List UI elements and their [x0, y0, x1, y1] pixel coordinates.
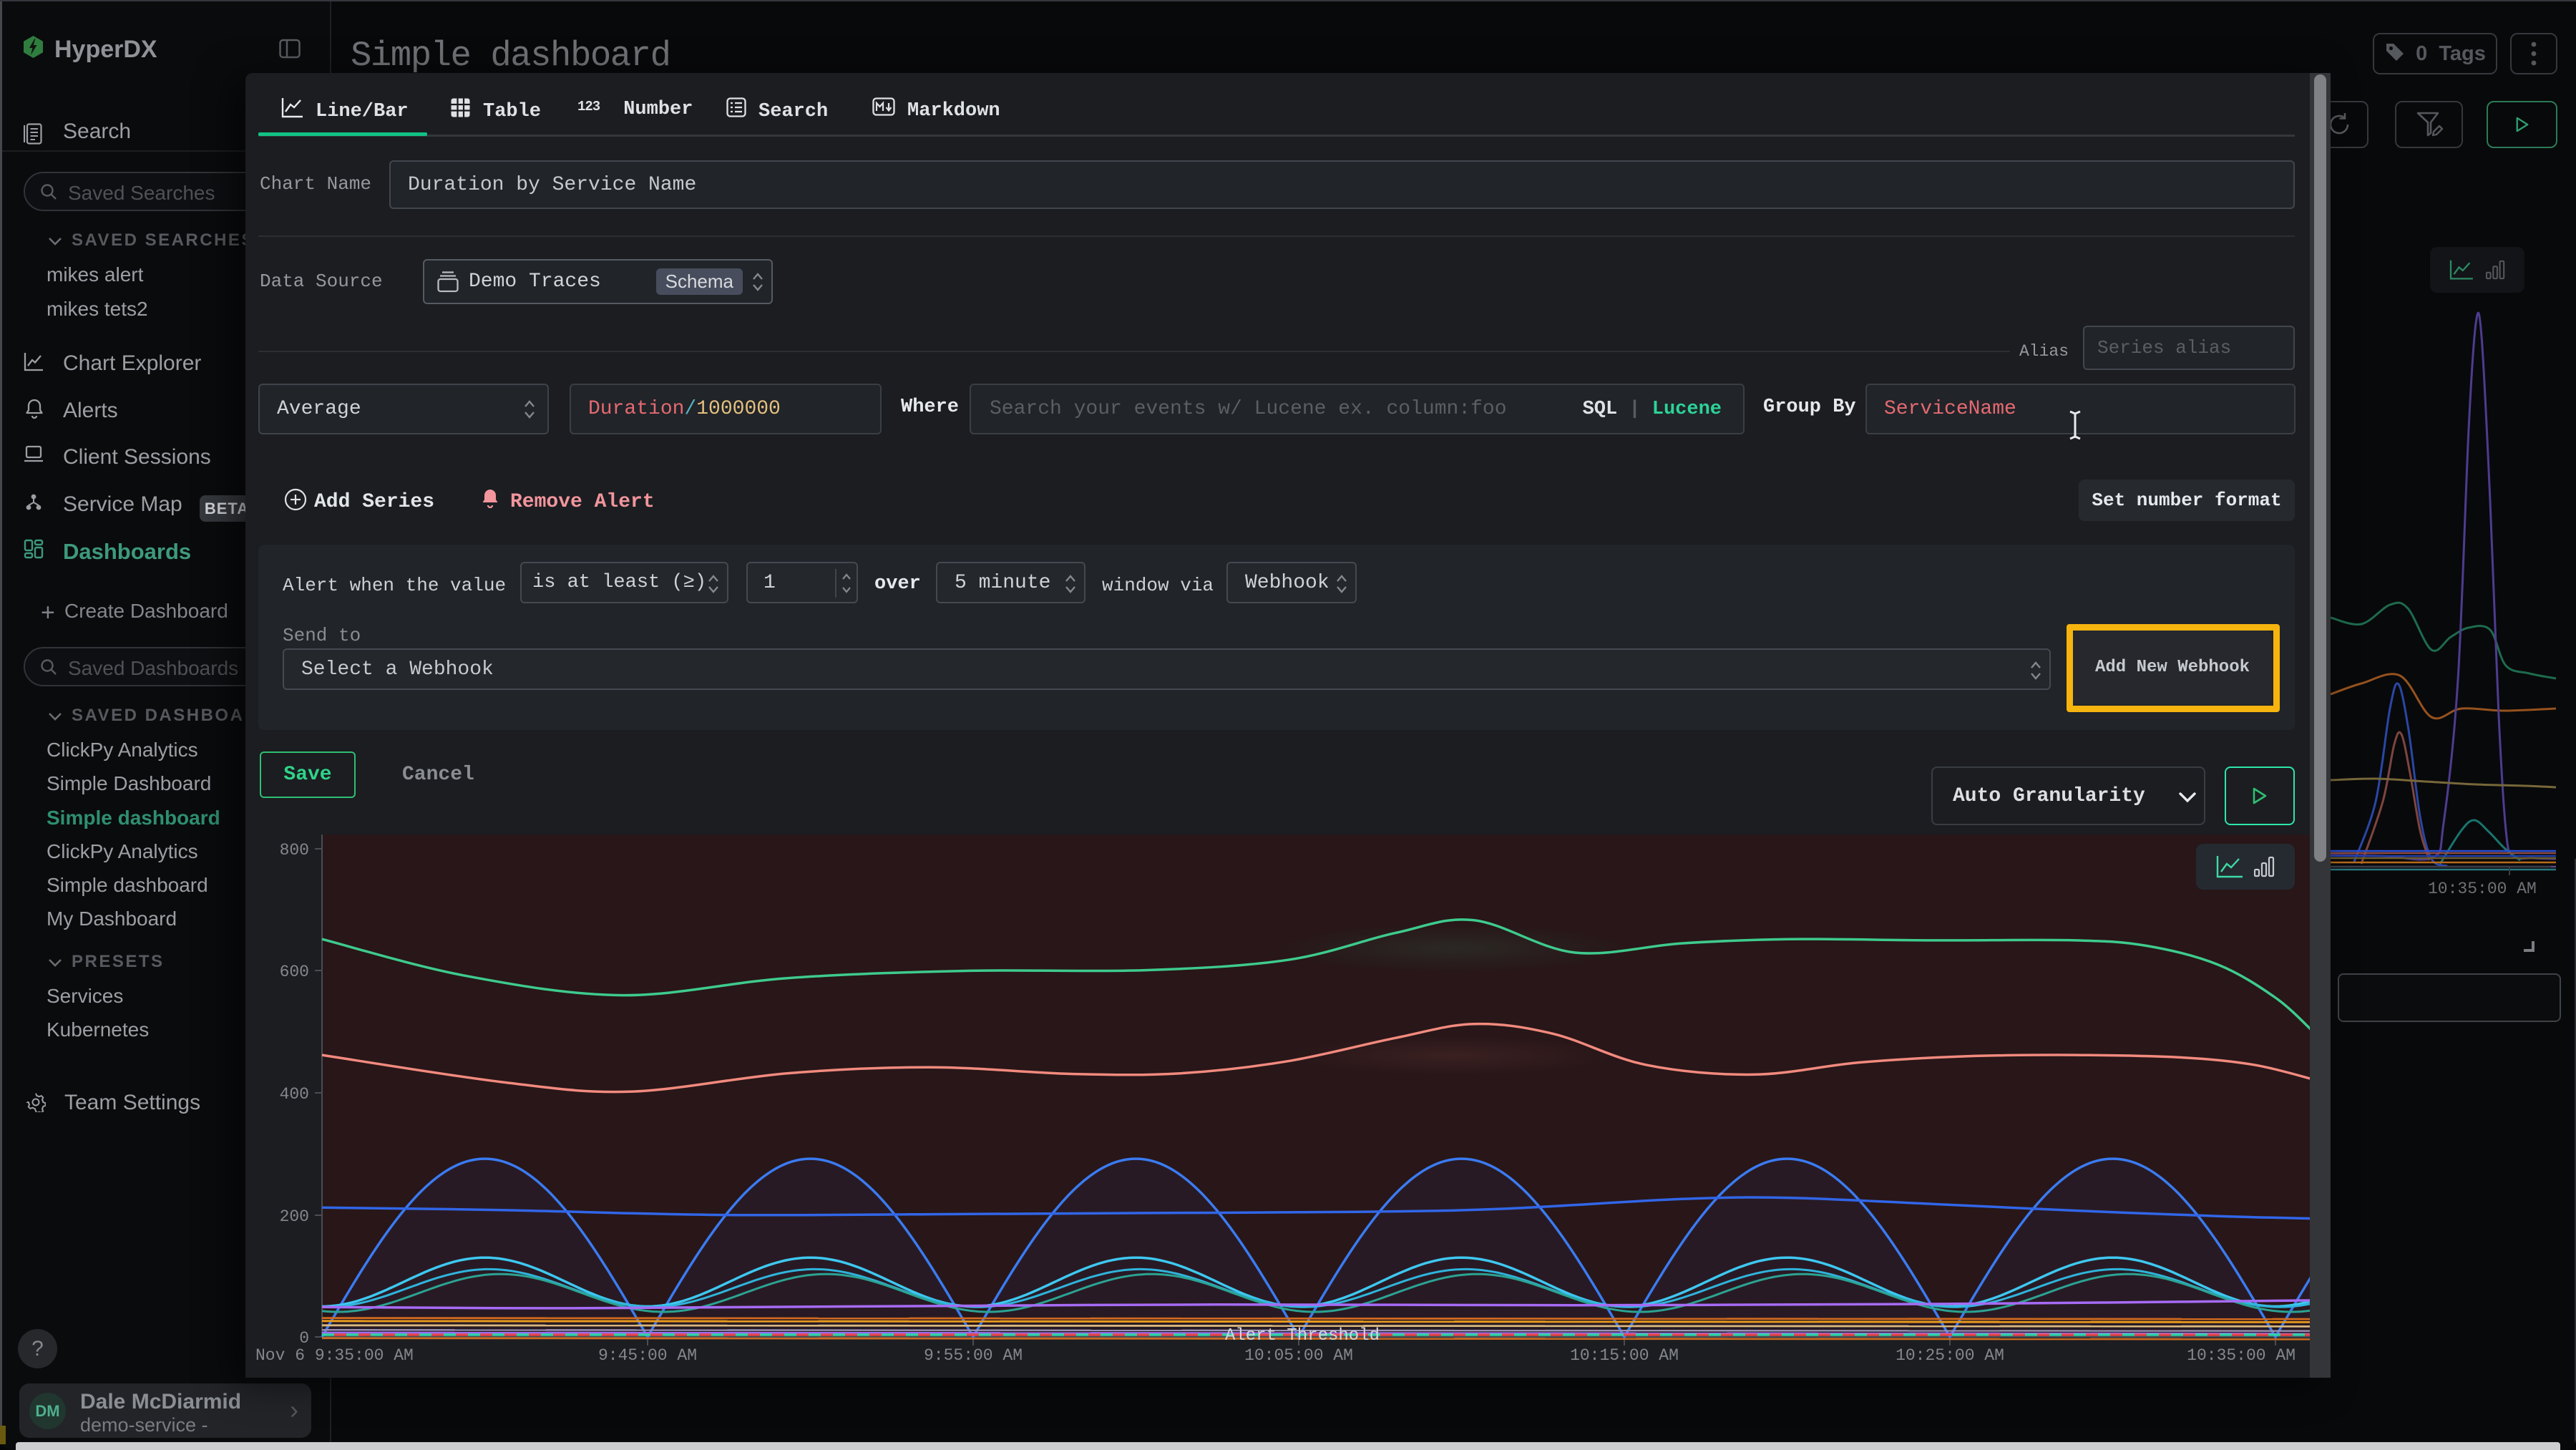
svg-text:10:15:00 AM: 10:15:00 AM [1570, 1346, 1679, 1365]
svg-text:600: 600 [280, 963, 309, 981]
svg-text:10:35:00 AM: 10:35:00 AM [2187, 1346, 2296, 1365]
svg-text:Alert Threshold: Alert Threshold [1225, 1326, 1380, 1346]
svg-text:Nov 6 9:35:00 AM: Nov 6 9:35:00 AM [255, 1346, 414, 1365]
svg-text:10:05:00 AM: 10:05:00 AM [1244, 1346, 1353, 1365]
svg-text:9:45:00 AM: 9:45:00 AM [598, 1346, 697, 1365]
svg-text:200: 200 [280, 1207, 309, 1226]
svg-text:400: 400 [280, 1085, 309, 1104]
svg-text:800: 800 [280, 841, 309, 860]
svg-text:10:25:00 AM: 10:25:00 AM [1896, 1346, 2004, 1365]
svg-text:10:35:00 AM: 10:35:00 AM [2428, 880, 2537, 898]
svg-text:9:55:00 AM: 9:55:00 AM [924, 1346, 1023, 1365]
svg-text:0: 0 [299, 1329, 309, 1348]
